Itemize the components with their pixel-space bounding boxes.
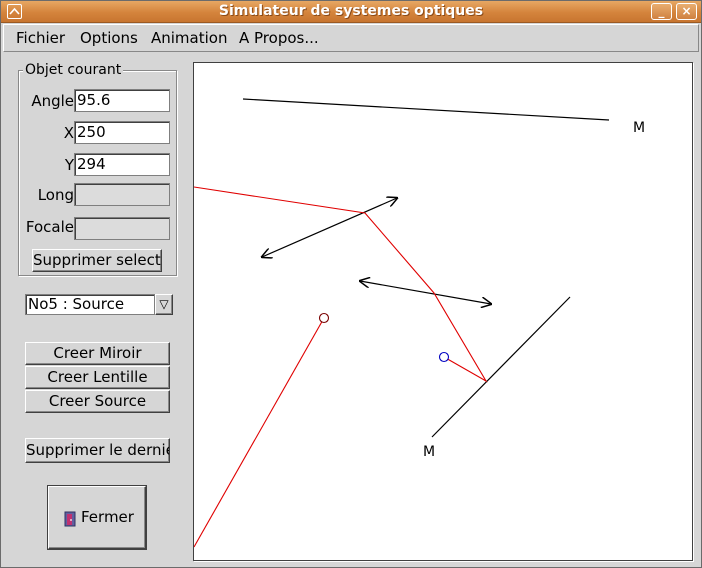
mirror-bottom-label: M (423, 444, 435, 460)
title-bar[interactable]: Simulateur de systemes optiques _ × (1, 1, 701, 23)
mirror-top[interactable] (242, 98, 610, 121)
current-object-group-title: Objet courant (23, 62, 124, 78)
ray-source-left (194, 317, 325, 548)
mirror-bottom[interactable] (431, 296, 571, 438)
focal-label: Focale (25, 218, 74, 236)
focal-field (74, 217, 170, 240)
menu-options[interactable]: Options (80, 29, 138, 47)
door-exit-icon (64, 511, 76, 527)
menu-apropos[interactable]: A Propos... (239, 29, 319, 47)
y-label: Y (64, 156, 74, 174)
x-field[interactable]: 250 (74, 121, 170, 144)
create-mirror-button[interactable]: Creer Miroir (25, 342, 170, 365)
delete-last-object-button[interactable]: Supprimer le dernier objet (25, 438, 170, 463)
angle-field[interactable]: 95.6 (74, 89, 170, 112)
source-selected-marker[interactable] (438, 351, 450, 363)
create-lens-button[interactable]: Creer Lentille (25, 366, 170, 389)
source-left-marker[interactable] (318, 312, 330, 324)
close-button-label: Fermer (81, 508, 134, 526)
menu-animation[interactable]: Animation (151, 29, 227, 47)
menu-bar: Fichier Options Animation A Propos... (3, 24, 699, 52)
app-window: Simulateur de systemes optiques _ × Fich… (0, 0, 702, 568)
menu-fichier[interactable]: Fichier (16, 29, 65, 47)
create-source-button[interactable]: Creer Source (25, 390, 170, 413)
ray-path-main (194, 186, 488, 383)
x-label: X (63, 124, 74, 142)
chevron-down-icon[interactable]: ▽ (155, 294, 173, 315)
object-select[interactable]: No5 : Source (25, 294, 155, 315)
delete-selection-button[interactable]: Supprimer selection (32, 249, 162, 272)
mirror-top-label: M (633, 120, 645, 136)
length-field (74, 183, 170, 206)
length-label: Long (37, 186, 74, 204)
angle-label: Angle (31, 92, 74, 110)
minimize-button[interactable]: _ (651, 3, 672, 20)
optics-drawing[interactable]: M M (194, 63, 692, 560)
optics-canvas[interactable]: M M (193, 62, 693, 561)
lens-upper[interactable] (262, 198, 397, 257)
window-title: Simulateur de systemes optiques (218, 3, 484, 19)
y-field[interactable]: 294 (74, 153, 170, 176)
lens-lower[interactable] (360, 281, 491, 304)
close-window-button[interactable]: × (676, 3, 697, 20)
close-button[interactable]: Fermer (48, 486, 146, 549)
